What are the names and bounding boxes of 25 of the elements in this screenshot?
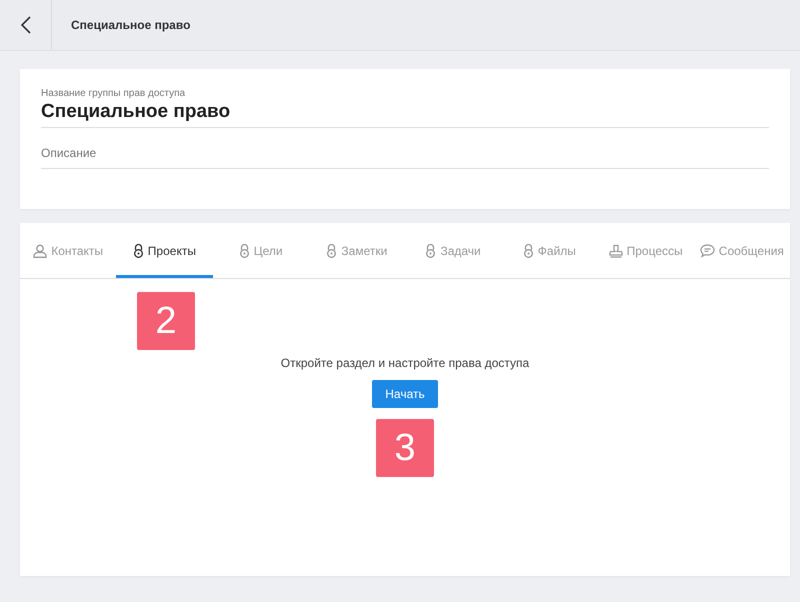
lock-icon: [238, 243, 250, 258]
lock-icon: [132, 243, 144, 258]
tab[interactable]: Заметки: [308, 223, 405, 278]
tab[interactable]: Задачи: [405, 223, 502, 278]
back-icon: [20, 16, 30, 34]
stamp-icon: [608, 244, 623, 258]
tab[interactable]: Контакты: [20, 223, 116, 278]
lock-icon: [326, 243, 338, 258]
hint-text: Откройте раздел и настройте права доступа: [280, 356, 530, 370]
field-value: Специальное право: [41, 101, 232, 123]
field-label: Название группы прав доступа: [41, 88, 186, 99]
tab[interactable]: Файлы: [501, 223, 598, 278]
tab[interactable]: Процессы: [598, 223, 694, 278]
person-icon: [33, 244, 48, 258]
step-callout: 3: [376, 419, 434, 477]
page-title: Специальное право: [71, 18, 190, 32]
name-field[interactable]: Название группы прав доступа Специальное право: [41, 88, 769, 128]
start-button[interactable]: Начать: [372, 380, 438, 408]
tab[interactable]: Цели: [212, 223, 309, 278]
chat-icon: [700, 244, 715, 258]
step-callout: 2: [137, 292, 195, 350]
tab[interactable]: Проекты: [116, 223, 212, 278]
lock-icon: [522, 243, 534, 258]
lock-icon: [425, 243, 436, 258]
tab[interactable]: Сообщения: [694, 223, 790, 278]
